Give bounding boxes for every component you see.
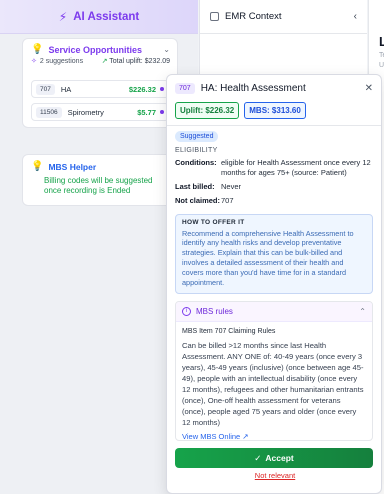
item-code: 11506	[36, 106, 62, 118]
view-mbs-online-link[interactable]: View MBS Online ↗	[176, 428, 372, 441]
mbs-helper-text: Billing codes will be suggested once rec…	[44, 176, 153, 195]
opportunity-row-spirometry[interactable]: 11506 Spirometry $5.77	[31, 103, 169, 121]
status-badge: Suggested	[175, 131, 219, 142]
accept-label: Accept	[265, 453, 294, 463]
right-panel-heading: L	[379, 34, 384, 49]
mbs-rules-body: Can be billed >12 months since last Heal…	[182, 340, 364, 427]
item-name: Spirometry	[67, 107, 104, 117]
suggestions-count: 2 suggestions	[39, 57, 84, 65]
check-circle-icon: ✓	[254, 452, 262, 463]
mbs-fee-badge: MBS: $313.60	[244, 102, 306, 119]
mbs-rules-header[interactable]: i MBS rules ⌃	[176, 301, 372, 322]
trend-up-icon: ↗	[101, 58, 108, 65]
chevron-down-icon[interactable]: ⌄	[163, 45, 170, 54]
item-code-badge: 707	[175, 82, 195, 94]
sparkle-icon: ✧	[31, 58, 37, 65]
fee-badges: Uplift: $226.32 MBS: $313.60	[167, 101, 381, 119]
panel-icon	[210, 12, 219, 21]
how-to-offer-box: HOW TO OFFER IT Recommend a comprehensiv…	[175, 213, 373, 294]
not-relevant-link[interactable]: Not relevant	[167, 471, 381, 480]
uplift-badge: Uplift: $226.32	[175, 102, 240, 119]
item-amount: $226.32	[128, 84, 156, 94]
mbs-rules-subtitle: MBS Item 707 Claiming Rules	[182, 327, 276, 335]
assistant-header: ⚡ AI Assistant	[0, 0, 198, 34]
item-amount: $5.77	[137, 107, 156, 117]
lightbulb-icon: 💡	[31, 161, 44, 172]
indicator-dot	[160, 110, 164, 114]
last-billed-row: Last billed: Never	[175, 182, 242, 192]
close-icon[interactable]: ✕	[365, 83, 373, 94]
accept-button[interactable]: ✓ Accept	[175, 448, 373, 468]
how-to-offer-heading: HOW TO OFFER IT	[182, 218, 245, 226]
item-name: HA	[60, 84, 72, 94]
not-claimed-row: Not claimed: 707	[175, 196, 234, 206]
item-detail-popup: 707 HA: Health Assessment ✕ Uplift: $226…	[166, 74, 382, 494]
mbs-helper-card: 💡 MBS Helper Billing codes will be sugge…	[22, 154, 178, 206]
external-link-icon: ↗	[242, 431, 249, 441]
chevron-left-icon[interactable]: ‹	[354, 11, 357, 22]
total-uplift: ↗ Total uplift: $232.09	[101, 58, 170, 65]
selected-indicator	[160, 87, 164, 91]
item-code: 707	[36, 83, 55, 95]
emr-title: EMR Context	[225, 11, 282, 22]
info-icon: i	[182, 306, 191, 316]
service-opportunities-header[interactable]: 💡 Service Opportunities ⌄	[23, 39, 177, 55]
divider	[167, 125, 381, 126]
right-panel-text: Te	[379, 52, 384, 59]
service-opportunities-title: Service Opportunities	[48, 44, 142, 55]
conditions-row: Conditions: eligible for Health Assessme…	[175, 158, 371, 178]
assistant-title: AI Assistant	[73, 10, 140, 23]
lightning-icon: ⚡	[58, 9, 68, 24]
opportunities-summary: ✧ 2 suggestions ↗ Total uplift: $232.09	[23, 55, 177, 66]
lightbulb-icon: 💡	[31, 44, 44, 55]
mbs-rules-section: i MBS rules ⌃ MBS Item 707 Claiming Rule…	[175, 300, 373, 441]
right-panel-text-2: Un	[379, 62, 384, 69]
mbs-rules-title: MBS rules	[196, 306, 233, 316]
emr-header: EMR Context ‹	[200, 0, 367, 34]
service-opportunities-card: 💡 Service Opportunities ⌄ ✧ 2 suggestion…	[22, 38, 178, 128]
popup-title: HA: Health Assessment	[200, 82, 306, 94]
opportunity-row-ha[interactable]: 707 HA $226.32	[31, 80, 169, 98]
how-to-offer-text: Recommend a comprehensive Health Assessm…	[182, 228, 354, 287]
popup-header: 707 HA: Health Assessment ✕	[167, 75, 381, 101]
mbs-helper-title: MBS Helper	[48, 161, 97, 172]
chevron-up-icon[interactable]: ⌃	[359, 307, 366, 316]
eligibility-heading: ELIGIBILITY	[175, 147, 218, 154]
